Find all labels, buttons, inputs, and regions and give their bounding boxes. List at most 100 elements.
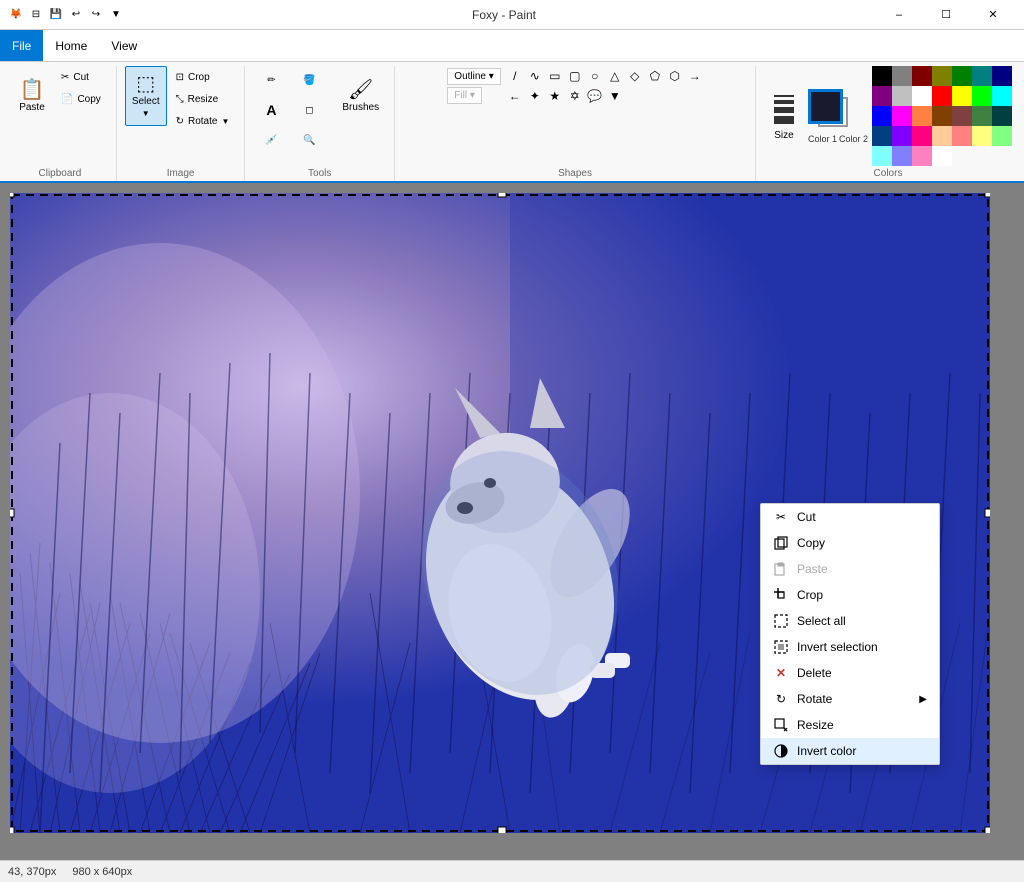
palette-color-23[interactable]: [912, 126, 932, 146]
quick-access-dropdown[interactable]: ▼: [108, 7, 124, 23]
eraser-tool[interactable]: ◻: [291, 96, 327, 124]
ctx-item-select-all[interactable]: Select all: [761, 608, 939, 634]
resize-button[interactable]: ⤡ Resize: [169, 88, 237, 110]
palette-color-17[interactable]: [932, 106, 952, 126]
shape-line[interactable]: /: [505, 66, 525, 86]
brushes-button[interactable]: 🖌 Brushes: [335, 66, 386, 126]
ctx-item-resize[interactable]: Resize: [761, 712, 939, 738]
canvas-area[interactable]: ✂CutCopyPasteCropSelect allInvert select…: [0, 183, 1024, 860]
shape-hexagon[interactable]: ⬡: [665, 66, 685, 86]
pencil-tool[interactable]: ✏: [253, 66, 289, 94]
color1-swatch[interactable]: [808, 89, 843, 124]
palette-color-20[interactable]: [992, 106, 1012, 126]
text-tool[interactable]: A: [253, 96, 289, 124]
palette-color-6[interactable]: [992, 66, 1012, 86]
shape-diamond[interactable]: ◇: [625, 66, 645, 86]
ctx-item-cut[interactable]: ✂Cut: [761, 504, 939, 530]
clipboard-content: 📋 Paste ✂ Cut 📄 Copy: [12, 66, 108, 166]
palette-color-26[interactable]: [972, 126, 992, 146]
shape-callout[interactable]: 💬: [585, 86, 605, 106]
shape-arrow-left[interactable]: ←: [505, 86, 525, 106]
palette-color-28[interactable]: [872, 146, 892, 166]
palette-color-27[interactable]: [992, 126, 1012, 146]
shape-pentagon[interactable]: ⬠: [645, 66, 665, 86]
ctx-item-copy[interactable]: Copy: [761, 530, 939, 556]
new-icon[interactable]: ⊟: [28, 7, 44, 23]
save-icon[interactable]: 💾: [48, 7, 64, 23]
close-button[interactable]: ✕: [970, 0, 1016, 30]
palette-color-30[interactable]: [912, 146, 932, 166]
palette-color-5[interactable]: [972, 66, 992, 86]
shape-rounded-rect[interactable]: ▢: [565, 66, 585, 86]
pencil-icon: ✏: [267, 75, 275, 86]
palette-color-12[interactable]: [972, 86, 992, 106]
title-bar-icons[interactable]: 🦊 ⊟ 💾 ↩ ↪ ▼: [8, 7, 124, 23]
fill-dropdown[interactable]: Fill ▾: [447, 87, 482, 104]
window-controls[interactable]: – ☐ ✕: [876, 0, 1016, 30]
redo-icon[interactable]: ↪: [88, 7, 104, 23]
paste-button[interactable]: 📋 Paste: [12, 66, 52, 126]
shape-ellipse[interactable]: ○: [585, 66, 605, 86]
ctx-item-invert-color[interactable]: Invert color: [761, 738, 939, 764]
size-button[interactable]: Size: [764, 89, 804, 143]
palette-color-18[interactable]: [952, 106, 972, 126]
magnify-tool[interactable]: 🔍: [291, 126, 327, 154]
palette-color-8[interactable]: [892, 86, 912, 106]
palette-color-7[interactable]: [872, 86, 892, 106]
minimize-button[interactable]: –: [876, 0, 922, 30]
palette-color-0[interactable]: [872, 66, 892, 86]
palette-color-10[interactable]: [932, 86, 952, 106]
select-button[interactable]: ⬚ Select ▼: [125, 66, 167, 126]
palette-color-3[interactable]: [932, 66, 952, 86]
shapes-palette: / ∿ ▭ ▢ ○ △ ◇ ⬠ ⬡ → ← ✦ ★ ✡ 💬 ▼: [505, 66, 705, 106]
cut-ctx-label: Cut: [797, 510, 816, 524]
menu-view[interactable]: View: [99, 30, 149, 61]
rotate-button[interactable]: ↻ Rotate ▼: [169, 110, 237, 132]
palette-color-31[interactable]: [932, 146, 952, 166]
crop-button[interactable]: ⊡ Crop: [169, 66, 237, 88]
menu-file[interactable]: File: [0, 30, 43, 61]
palette-color-29[interactable]: [892, 146, 912, 166]
delete-ctx-icon: ✕: [773, 665, 789, 681]
outline-dropdown[interactable]: Outline ▾: [447, 68, 500, 85]
shape-star4[interactable]: ✦: [525, 86, 545, 106]
palette-color-14[interactable]: [872, 106, 892, 126]
clipboard-label: Clipboard: [39, 168, 82, 181]
palette-color-19[interactable]: [972, 106, 992, 126]
maximize-button[interactable]: ☐: [923, 0, 969, 30]
ctx-item-crop[interactable]: Crop: [761, 582, 939, 608]
palette-color-1[interactable]: [892, 66, 912, 86]
palette-color-4[interactable]: [952, 66, 972, 86]
copy-button[interactable]: 📄 Copy: [54, 88, 108, 110]
palette-color-24[interactable]: [932, 126, 952, 146]
ctx-item-delete[interactable]: ✕Delete: [761, 660, 939, 686]
color-picker-tool[interactable]: 💉: [253, 126, 289, 154]
palette-color-9[interactable]: [912, 86, 932, 106]
palette-color-11[interactable]: [952, 86, 972, 106]
undo-icon[interactable]: ↩: [68, 7, 84, 23]
palette-color-15[interactable]: [892, 106, 912, 126]
ctx-item-invert-selection[interactable]: Invert selection: [761, 634, 939, 660]
app-icon: 🦊: [8, 7, 24, 23]
copy-ctx-label: Copy: [797, 536, 825, 550]
palette-color-21[interactable]: [872, 126, 892, 146]
palette-color-2[interactable]: [912, 66, 932, 86]
shape-star6[interactable]: ✡: [565, 86, 585, 106]
canvas-image[interactable]: ✂CutCopyPasteCropSelect allInvert select…: [10, 193, 990, 833]
shape-curve[interactable]: ∿: [525, 66, 545, 86]
palette-color-16[interactable]: [912, 106, 932, 126]
cut-button[interactable]: ✂ Cut: [54, 66, 108, 88]
shape-star5[interactable]: ★: [545, 86, 565, 106]
palette-color-13[interactable]: [992, 86, 1012, 106]
shape-arrow-right[interactable]: →: [685, 66, 705, 86]
fill-tool[interactable]: 🪣: [291, 66, 327, 94]
crop-ctx-label: Crop: [797, 588, 823, 602]
palette-color-25[interactable]: [952, 126, 972, 146]
shape-triangle[interactable]: △: [605, 66, 625, 86]
palette-color-22[interactable]: [892, 126, 912, 146]
invert-selection-ctx-label: Invert selection: [797, 640, 878, 654]
shape-more[interactable]: ▼: [605, 86, 625, 106]
shape-rect[interactable]: ▭: [545, 66, 565, 86]
ctx-item-rotate[interactable]: ↻Rotate▶: [761, 686, 939, 712]
menu-home[interactable]: Home: [43, 30, 99, 61]
